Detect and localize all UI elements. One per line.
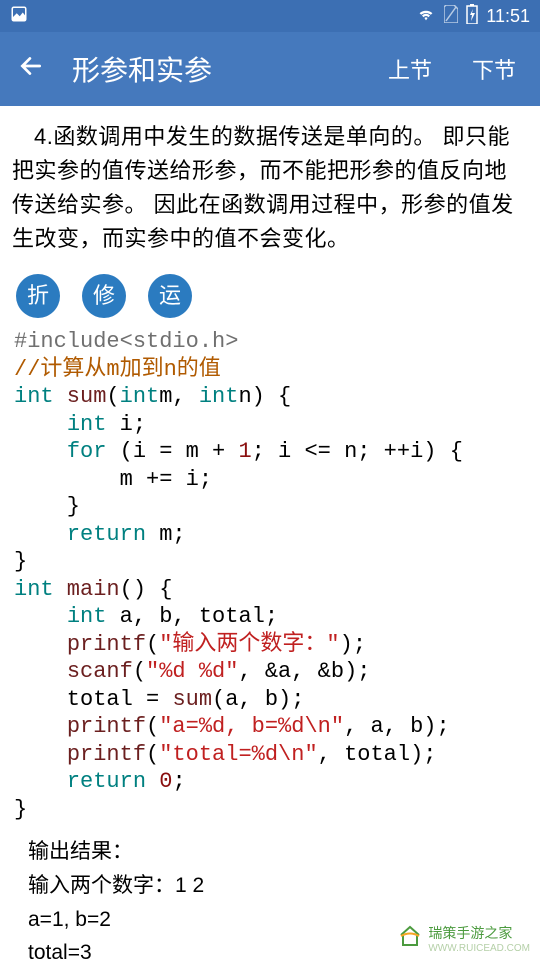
code-line: printf("a=%d, b=%d\n", a, b);: [14, 714, 450, 739]
code-line: printf("输入两个数字：");: [14, 632, 366, 657]
code-comment: //计算从m加到n的值: [14, 357, 221, 382]
code-line: }: [14, 549, 27, 574]
app-bar: 形参和实参 上节 下节: [0, 32, 540, 106]
watermark-url: WWW.RUICEAD.COM: [428, 943, 530, 954]
back-button[interactable]: [18, 53, 44, 86]
status-bar: 11:51: [0, 0, 540, 32]
next-chapter-button[interactable]: 下节: [466, 53, 522, 85]
code-line: printf("total=%d\n", total);: [14, 742, 437, 767]
code-line: m += i;: [14, 467, 212, 492]
watermark-text: 瑞策手游之家: [428, 925, 512, 941]
code-line: }: [14, 494, 80, 519]
output-line: 输入两个数字：1 2: [28, 869, 528, 903]
code-line: int sum(intm, intn) {: [14, 384, 291, 409]
code-block: #include<stdio.h> //计算从m加到n的值 int sum(in…: [14, 328, 528, 823]
code-line: return m;: [14, 522, 186, 547]
watermark: 瑞策手游之家 WWW.RUICEAD.COM: [398, 923, 530, 954]
code-line: for (i = m + 1; i <= n; ++i) {: [14, 439, 463, 464]
code-toolbar: 折 修 运: [16, 274, 528, 318]
code-line: int main() {: [14, 577, 172, 602]
battery-icon: [466, 4, 478, 29]
wifi-icon: [416, 6, 436, 27]
prev-chapter-button[interactable]: 上节: [382, 53, 438, 85]
code-line: total = sum(a, b);: [14, 687, 304, 712]
run-button[interactable]: 运: [148, 274, 192, 318]
picture-icon: [10, 5, 28, 28]
status-time: 11:51: [486, 6, 530, 27]
sim-icon: [444, 5, 458, 28]
code-line: int i;: [14, 412, 146, 437]
code-line: scanf("%d %d", &a, &b);: [14, 659, 370, 684]
page-title: 形参和实参: [72, 49, 354, 89]
code-line: #include<stdio.h>: [14, 329, 238, 354]
code-line: int a, b, total;: [14, 604, 278, 629]
content-area: 4.函数调用中发生的数据传送是单向的。 即只能把实参的值传送给形参，而不能把形参…: [0, 106, 540, 970]
code-line: }: [14, 797, 27, 822]
edit-button[interactable]: 修: [82, 274, 126, 318]
output-title: 输出结果：: [28, 835, 528, 869]
code-line: return 0;: [14, 769, 186, 794]
explanation-paragraph: 4.函数调用中发生的数据传送是单向的。 即只能把实参的值传送给形参，而不能把形参…: [12, 120, 528, 256]
house-icon: [398, 925, 422, 953]
fold-button[interactable]: 折: [16, 274, 60, 318]
